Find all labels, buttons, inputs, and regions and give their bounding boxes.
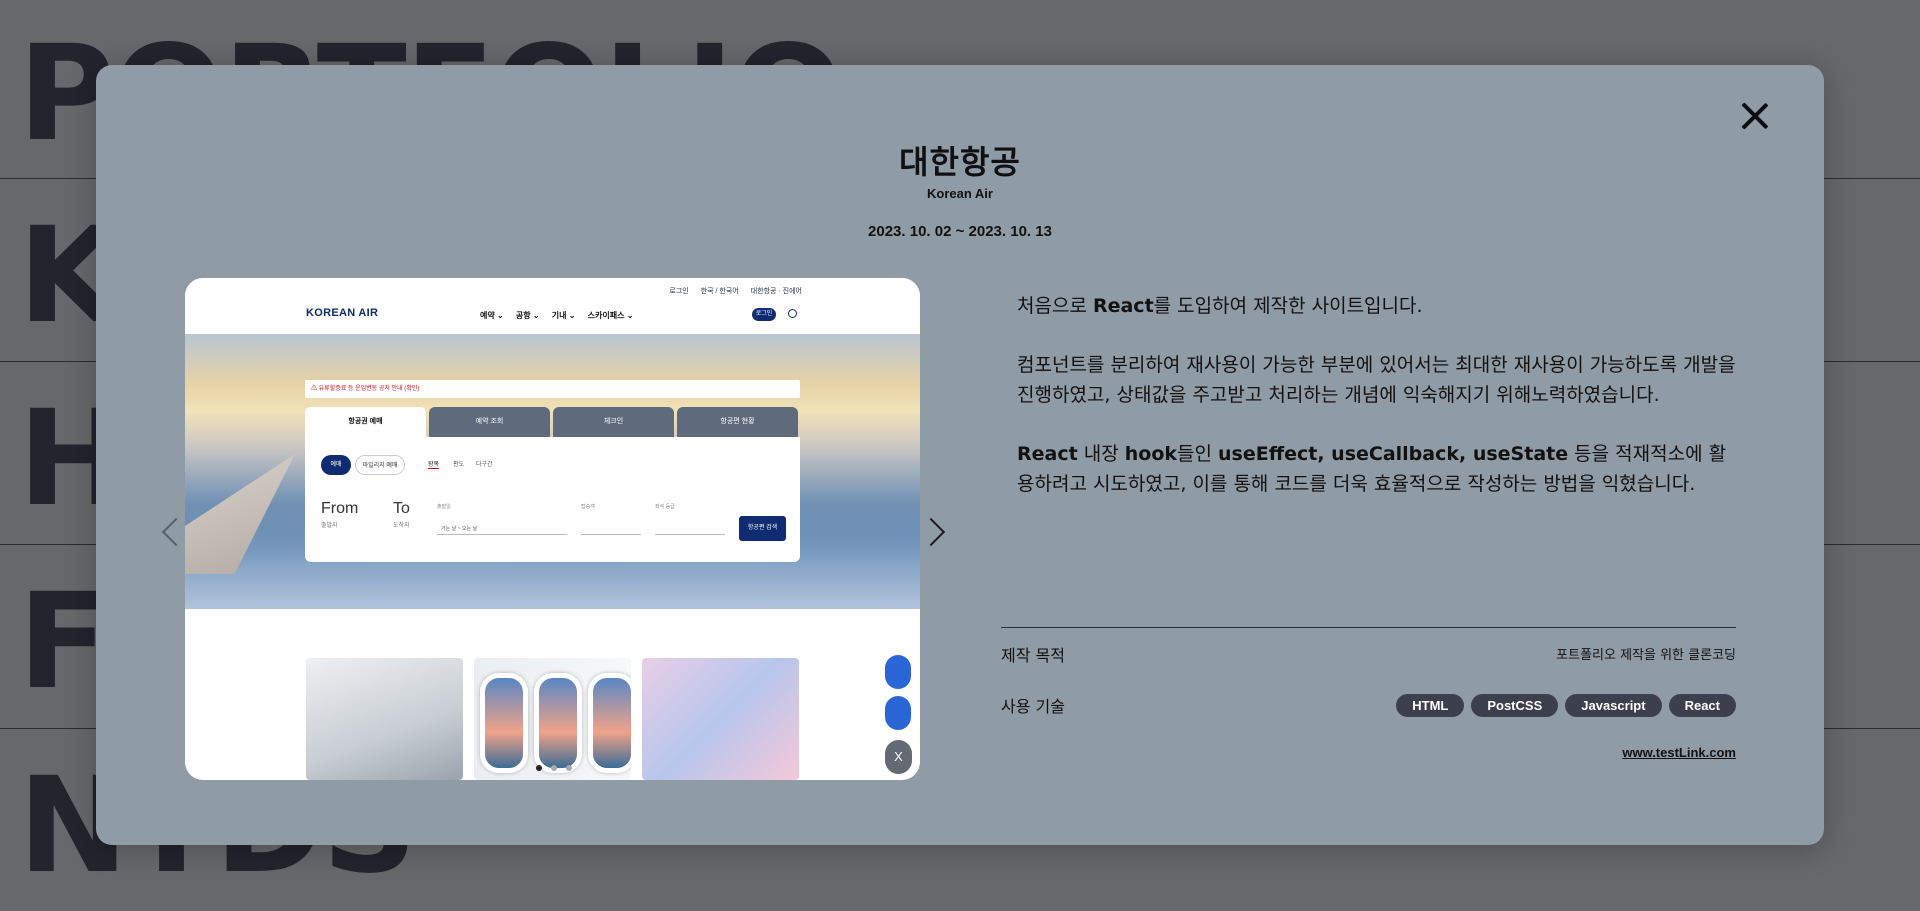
preview-airplane-window xyxy=(588,673,631,773)
preview-logo: KOREAN AIR xyxy=(306,307,379,319)
preview-side-close: X xyxy=(885,740,912,774)
preview-field-date-label: 출발일 xyxy=(437,504,451,510)
preview-from-label: From xyxy=(321,500,359,517)
preview-subtab: 왕복 xyxy=(428,459,440,469)
preview-from-sub: 출발지 xyxy=(321,523,338,529)
chevron-right-icon[interactable] xyxy=(916,517,946,547)
preview-to: To 도착지 xyxy=(393,500,410,529)
tech-label: 사용 기술 xyxy=(1001,697,1065,716)
preview-field-class-label: 좌석 등급 xyxy=(655,504,675,510)
preview-booking-form: 예매 마일리지 예매 왕복 편도 다구간 From 출발지 To 도착지 출발일… xyxy=(305,437,800,562)
description-text: 를 도입하여 제작한 사이트입니다. xyxy=(1153,295,1423,317)
preview-menu-item: 예약 ⌄ xyxy=(480,311,504,320)
project-description: 처음으로 React를 도입하여 제작한 사이트입니다. 컴포넌트를 분리하여 … xyxy=(1017,291,1737,528)
preview-top-link: 대한항공 · 진에어 xyxy=(750,288,802,295)
preview-airplane-window xyxy=(480,673,528,773)
description-paragraph: 처음으로 React를 도입하여 제작한 사이트입니다. xyxy=(1017,291,1737,321)
info-divider xyxy=(1001,627,1736,628)
preview-pill: 예매 xyxy=(321,455,351,475)
preview-menu-item: 스카이패스 ⌄ xyxy=(587,311,634,320)
tech-tag: React xyxy=(1668,694,1736,717)
preview-tab: 예약 조회 xyxy=(429,407,550,437)
project-period: 2023. 10. 02 ~ 2023. 10. 13 xyxy=(868,223,1052,240)
description-paragraph: React 내장 hook들인 useEffect, useCallback, … xyxy=(1017,439,1737,499)
preview-hero: ⚠ 유류할증료 등 운임변동 공지 안내 (확인) 항공권 예매 예약 조회 체… xyxy=(185,334,920,609)
description-bold: React xyxy=(1092,295,1154,317)
preview-subtab: 편도 xyxy=(453,462,465,468)
preview-card-image xyxy=(306,658,463,780)
project-title: 대한항공 xyxy=(899,143,1021,181)
description-bold: hook xyxy=(1124,443,1178,465)
description-bold: useEffect, useCallback, useState xyxy=(1218,443,1569,465)
tech-tag: PostCSS xyxy=(1471,694,1559,717)
preview-tab: 항공편 현황 xyxy=(677,407,798,437)
preview-from: From 출발지 xyxy=(321,500,358,529)
preview-login-button: 로그인 xyxy=(752,308,776,321)
preview-header: 로그인 한국 / 한국어 대한항공 · 진에어 KOREAN AIR 예약 ⌄ … xyxy=(185,278,920,334)
project-site-link[interactable]: www.testLink.com xyxy=(1622,745,1736,760)
purpose-label: 제작 목적 xyxy=(1001,646,1065,665)
tech-tag: HTML xyxy=(1396,694,1465,717)
preview-card-image xyxy=(642,658,799,780)
preview-to-label: To xyxy=(393,500,410,517)
preview-alert-bar: ⚠ 유류할증료 등 운임변동 공지 안내 (확인) xyxy=(305,380,800,398)
preview-booking-tabs: 항공권 예매 예약 조회 체크인 항공편 현황 xyxy=(305,407,800,437)
preview-search-button: 항공편 검색 xyxy=(739,516,786,541)
purpose-value: 포트폴리오 제작을 위한 클론코딩 xyxy=(1556,648,1736,663)
preview-carousel-dots xyxy=(536,756,581,775)
close-icon[interactable] xyxy=(1737,98,1773,134)
preview-top-link: 로그인 xyxy=(669,288,689,295)
project-subtitle: Korean Air xyxy=(927,186,993,201)
preview-menu-item: 공항 ⌄ xyxy=(515,311,540,320)
preview-menu-item: 기내 ⌄ xyxy=(551,311,576,320)
preview-side-button xyxy=(885,696,911,730)
preview-field-pax-label: 탑승객 xyxy=(581,504,595,510)
project-preview-image: 로그인 한국 / 한국어 대한항공 · 진에어 KOREAN AIR 예약 ⌄ … xyxy=(185,278,920,780)
preview-top-link: 한국 / 한국어 xyxy=(700,288,739,295)
tech-tags: HTML PostCSS Javascript React xyxy=(1396,694,1736,717)
bg-heading-f: F xyxy=(18,565,108,719)
description-paragraph: 컴포넌트를 분리하여 재사용이 가능한 부분에 있어서는 최대한 재사용이 가능… xyxy=(1017,354,1736,406)
description-text: 내장 xyxy=(1077,443,1125,465)
preview-search-icon xyxy=(788,309,797,318)
preview-subtab: 다구간 xyxy=(476,462,493,468)
preview-field-line xyxy=(437,534,567,535)
preview-pill: 마일리지 예매 xyxy=(355,455,405,475)
preview-to-sub: 도착지 xyxy=(393,523,410,529)
preview-field-date-value: 가는 날 ~ 오는 날 xyxy=(441,526,478,532)
preview-field-line xyxy=(581,534,641,535)
description-text: 처음으로 xyxy=(1017,295,1093,317)
preview-menu: 예약 ⌄ 공항 ⌄ 기내 ⌄ 스카이패스 ⌄ xyxy=(480,310,643,321)
project-modal: 대한항공 Korean Air 2023. 10. 02 ~ 2023. 10.… xyxy=(96,65,1824,845)
preview-tab: 항공권 예매 xyxy=(305,407,426,437)
preview-side-button xyxy=(885,655,911,689)
preview-tab: 체크인 xyxy=(553,407,674,437)
tech-tag: Javascript xyxy=(1565,694,1662,717)
description-bold: React xyxy=(1017,443,1078,465)
preview-field-line xyxy=(655,534,725,535)
preview-top-links: 로그인 한국 / 한국어 대한항공 · 진에어 xyxy=(659,286,802,296)
description-text: 들인 xyxy=(1177,443,1219,465)
